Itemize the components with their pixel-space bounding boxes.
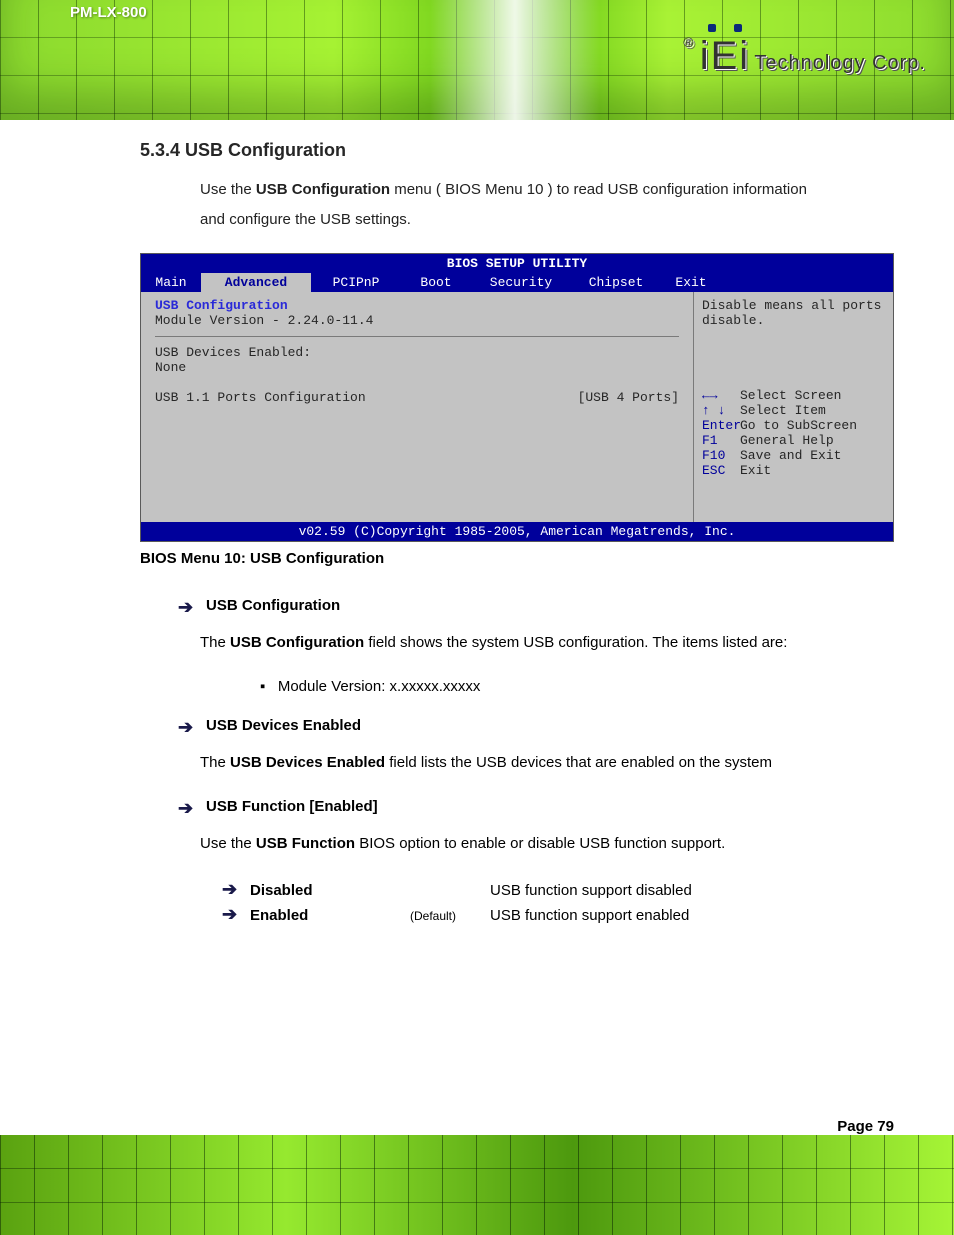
tab-main[interactable]: Main (141, 273, 201, 292)
arrow-icon: ➔ (178, 798, 206, 819)
item-b-pre: The (200, 754, 230, 771)
bios-option-row[interactable]: USB 1.1 Ports Configuration [USB 4 Ports… (155, 390, 679, 405)
nav-desc-ud: Select Item (740, 403, 826, 418)
bios-caption: BIOS Menu 10: USB Configuration (140, 550, 894, 567)
bios-right: Disable means all ports disable. ←→ Sele… (693, 292, 893, 522)
nav-key-enter: Enter (702, 418, 740, 433)
arrow-icon: ➔ (222, 904, 250, 925)
footer-banner (0, 1135, 954, 1235)
bios-nav: ←→ Select Screen ↑ ↓ Select Item EnterGo… (702, 388, 885, 478)
brand-logo: ® iEi Technology Corp. (683, 34, 926, 79)
tab-security[interactable]: Security (471, 273, 571, 292)
item-c-heading: ➔ USB Function [Enabled] (178, 798, 894, 819)
nav-key-esc: ESC (702, 463, 740, 478)
item-b-title: USB Devices Enabled (206, 717, 361, 738)
nav-desc-f10: Save and Exit (740, 448, 841, 463)
nav-desc-f1: General Help (740, 433, 834, 448)
nav-desc-lr: Select Screen (740, 388, 841, 403)
tab-advanced[interactable]: Advanced (201, 273, 311, 292)
option-desc-1: USB function support enabled (490, 907, 689, 924)
registered-mark: ® (683, 34, 693, 50)
bios-option-value: [USB 4 Ports] (578, 390, 679, 405)
bios-body: USB Configuration Module Version - 2.24.… (141, 292, 893, 522)
bios-help-text: Disable means all ports disable. (702, 298, 885, 328)
item-c-title: USB Function [Enabled] (206, 798, 378, 819)
section-heading: 5.3.4 USB Configuration (140, 140, 894, 161)
intro-pre: Use the (200, 181, 256, 198)
bios-tabs: Main Advanced PCIPnP Boot Security Chips… (141, 273, 893, 292)
page-content: 5.3.4 USB Configuration Use the USB Conf… (140, 140, 894, 1115)
item-a-bullet: ▪ Module Version: x.xxxxx.xxxxx (260, 678, 894, 695)
item-b-post: field lists the USB devices that are ena… (389, 754, 772, 771)
item-a-para: The USB Configuration field shows the sy… (200, 628, 894, 658)
item-a-post: field shows the system USB configuration… (368, 634, 787, 651)
option-key-1: Enabled (250, 907, 410, 924)
item-a-heading: ➔ USB Configuration (178, 597, 894, 618)
nav-desc-enter: Go to SubScreen (740, 418, 857, 433)
bios-devices-label: USB Devices Enabled: (155, 345, 679, 360)
item-c-pre: Use the (200, 835, 256, 852)
item-c-post: BIOS option to enable or disable USB fun… (359, 835, 725, 852)
nav-key-lr: ←→ (702, 388, 740, 403)
nav-desc-esc: Exit (740, 463, 771, 478)
logo-text: iEi (700, 34, 750, 79)
bios-module-version: Module Version - 2.24.0-11.4 (155, 313, 679, 328)
tab-pcipnp[interactable]: PCIPnP (311, 273, 401, 292)
intro-mid: menu ( (394, 181, 441, 198)
intro-paragraph: Use the USB Configuration menu ( BIOS Me… (200, 175, 834, 235)
option-row: ➔ Disabled USB function support disabled (222, 879, 894, 900)
item-c-bold: USB Function (256, 835, 355, 852)
page-number: Page 79 (837, 1118, 894, 1135)
item-b-para: The USB Devices Enabled field lists the … (200, 748, 894, 778)
bios-box: BIOS SETUP UTILITY Main Advanced PCIPnP … (140, 253, 894, 542)
tab-exit[interactable]: Exit (661, 273, 721, 292)
bios-option-name: USB 1.1 Ports Configuration (155, 390, 366, 405)
arrow-icon: ➔ (222, 879, 250, 900)
tab-chipset[interactable]: Chipset (571, 273, 661, 292)
bios-devices-none: None (155, 360, 679, 375)
item-a-pre: The (200, 634, 230, 651)
item-b-bold: USB Devices Enabled (230, 754, 385, 771)
header-banner: PM-LX-800 ® iEi Technology Corp. (0, 0, 954, 120)
nav-key-f10: F10 (702, 448, 740, 463)
option-key-0: Disabled (250, 882, 410, 899)
nav-key-f1: F1 (702, 433, 740, 448)
item-a-title: USB Configuration (206, 597, 340, 618)
bios-left: USB Configuration Module Version - 2.24.… (141, 292, 693, 522)
bios-footer: v02.59 (C)Copyright 1985-2005, American … (141, 522, 893, 541)
item-a-bold: USB Configuration (230, 634, 364, 651)
logo-tagline: Technology Corp. (754, 52, 926, 74)
option-row: ➔ Enabled (Default) USB function support… (222, 904, 894, 925)
option-def-1: (Default) (410, 909, 490, 923)
tab-boot[interactable]: Boot (401, 273, 471, 292)
item-c-options: ➔ Disabled USB function support disabled… (222, 879, 894, 925)
intro-ref: BIOS Menu 10 (445, 181, 543, 198)
item-c-para: Use the USB Function BIOS option to enab… (200, 829, 894, 859)
intro-bold: USB Configuration (256, 181, 390, 198)
arrow-icon: ➔ (178, 717, 206, 738)
nav-key-ud: ↑ ↓ (702, 403, 740, 418)
item-a-bullet-text: Module Version: x.xxxxx.xxxxx (278, 678, 481, 695)
bios-left-header: USB Configuration (155, 298, 679, 313)
bios-title: BIOS SETUP UTILITY (141, 254, 893, 273)
arrow-icon: ➔ (178, 597, 206, 618)
item-b-heading: ➔ USB Devices Enabled (178, 717, 894, 738)
product-name: PM-LX-800 (70, 4, 147, 21)
option-desc-0: USB function support disabled (490, 882, 692, 899)
